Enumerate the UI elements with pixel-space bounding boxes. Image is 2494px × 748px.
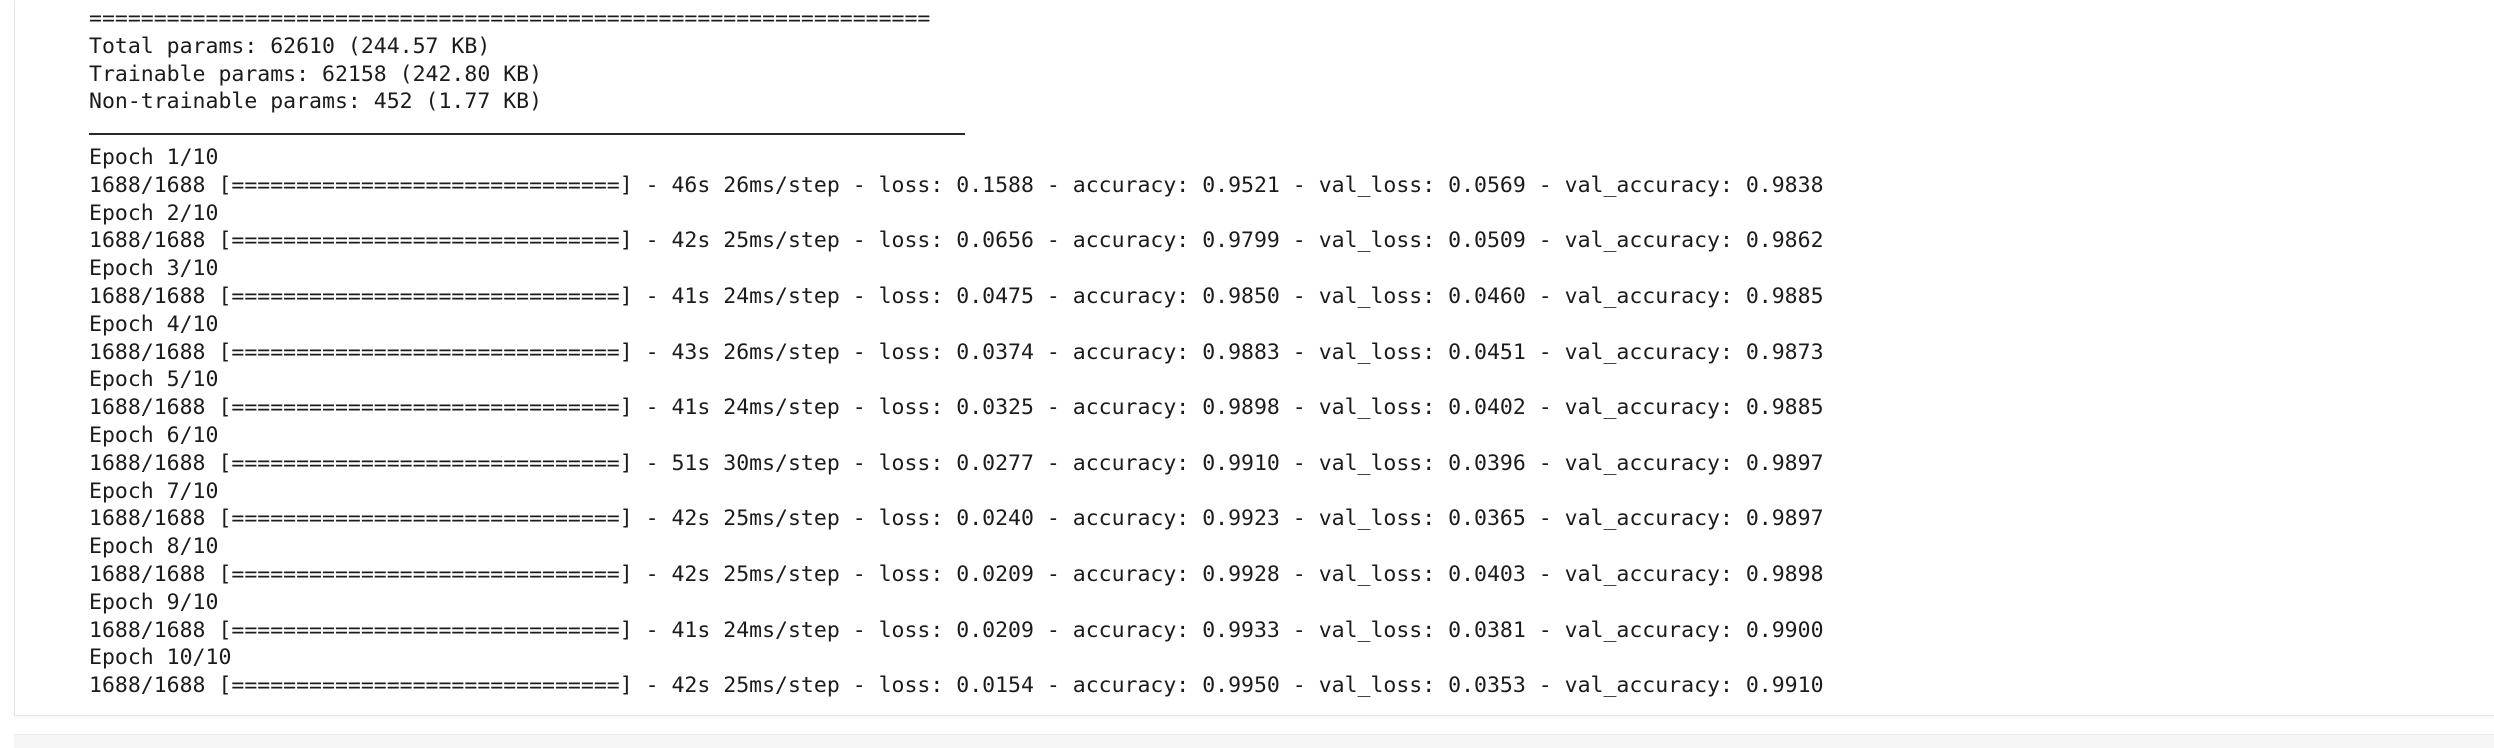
epoch-progress-line: 1688/1688 [=============================…: [89, 228, 1824, 254]
epoch-header: Epoch 9/10: [89, 589, 219, 615]
epoch-progress-line: 1688/1688 [=============================…: [89, 172, 1824, 198]
epoch-progress-line: 1688/1688 [=============================…: [89, 450, 1824, 476]
epoch-progress-line: 1688/1688 [=============================…: [89, 561, 1824, 587]
next-cell[interactable]: [14, 734, 2494, 748]
epoch-header: Epoch 7/10: [89, 478, 219, 504]
training-log-output: ========================================…: [89, 5, 1824, 700]
epoch-header: Epoch 10/10: [89, 645, 232, 671]
epoch-header: Epoch 2/10: [89, 200, 219, 226]
epoch-header: Epoch 8/10: [89, 534, 219, 560]
epoch-progress-line: 1688/1688 [=============================…: [89, 339, 1824, 365]
epoch-header: Epoch 6/10: [89, 422, 219, 448]
epoch-progress-line: 1688/1688 [=============================…: [89, 283, 1824, 309]
epoch-progress-line: 1688/1688 [=============================…: [89, 395, 1824, 421]
trainable-params-line: Trainable params: 62158 (242.80 KB): [89, 61, 543, 87]
total-params-line: Total params: 62610 (244.57 KB): [89, 33, 491, 59]
summary-separator: ========================================…: [89, 6, 931, 31]
epoch-header: Epoch 3/10: [89, 256, 219, 282]
cell-output-area[interactable]: ========================================…: [14, 0, 2494, 716]
notebook-page: ========================================…: [0, 0, 2494, 748]
epoch-progress-line: 1688/1688 [=============================…: [89, 506, 1824, 532]
epoch-header: Epoch 5/10: [89, 367, 219, 393]
summary-rule: [89, 116, 1824, 144]
epoch-header: Epoch 1/10: [89, 144, 219, 170]
summary-rule-stroke: [89, 133, 965, 136]
non-trainable-params-line: Non-trainable params: 452 (1.77 KB): [89, 89, 543, 115]
epoch-progress-line: 1688/1688 [=============================…: [89, 617, 1824, 643]
epoch-progress-line: 1688/1688 [=============================…: [89, 673, 1824, 699]
epoch-header: Epoch 4/10: [89, 311, 219, 337]
